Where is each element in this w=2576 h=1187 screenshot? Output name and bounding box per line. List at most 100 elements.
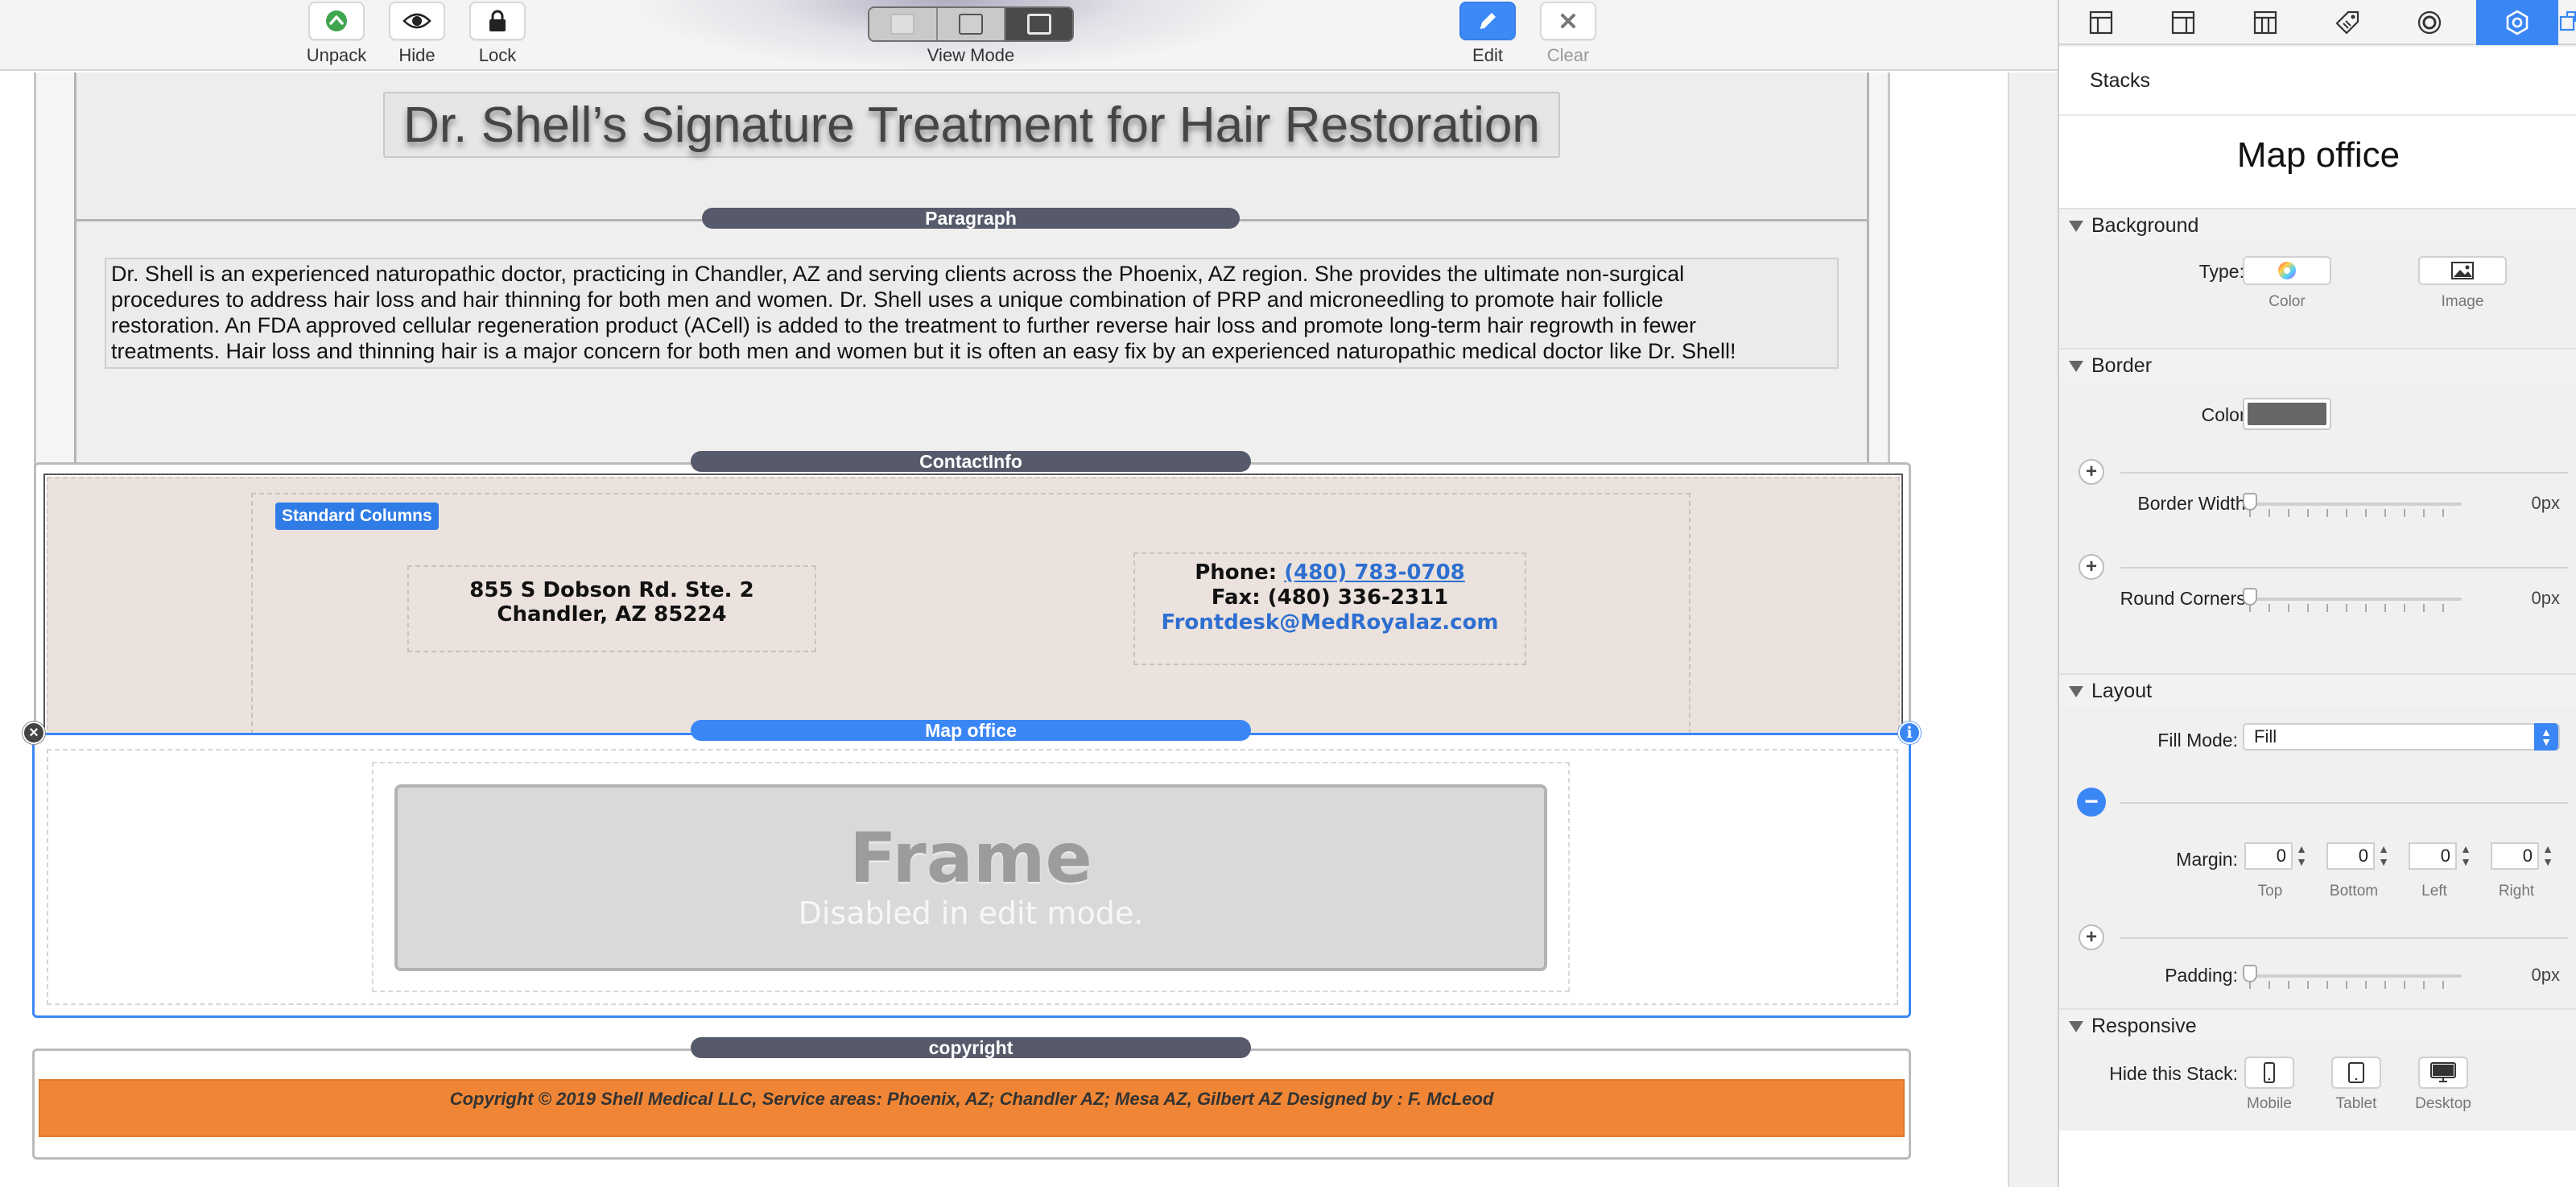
slider-ticks <box>2249 604 2462 612</box>
copyright-text[interactable]: Copyright © 2019 Shell Medical LLC, Serv… <box>39 1079 1905 1137</box>
phone-column[interactable]: Phone: (480) 783-0708 Fax: (480) 336-231… <box>1133 552 1526 665</box>
layout-section-title: Layout <box>2091 679 2153 702</box>
color-option-label: Color <box>2268 293 2306 310</box>
background-section: Type: Color Image <box>2059 242 2576 348</box>
view-mode-edit-segment[interactable] <box>1005 8 1072 40</box>
border-color-well[interactable] <box>2243 398 2331 430</box>
copyright-stack-label[interactable]: copyright <box>691 1037 1251 1058</box>
delete-stack-icon[interactable]: × <box>23 722 45 744</box>
round-corners-slider[interactable] <box>2246 598 2462 601</box>
responsive-section-header[interactable]: Responsive <box>2059 1008 2576 1042</box>
editor-canvas[interactable]: Dr. Shell’s Signature Treatment for Hair… <box>0 72 2058 1187</box>
phone-line: Phone: (480) 783-0708 <box>1135 560 1525 585</box>
styles-inspector-tab[interactable] <box>2407 5 2452 40</box>
disclosure-triangle-icon <box>2069 1021 2083 1032</box>
responsive-section: Hide this Stack: Mobile Tablet Desktop <box>2059 1042 2576 1131</box>
clear-label: Clear <box>1546 45 1590 65</box>
paragraph-stack-label[interactable]: Paragraph <box>702 208 1240 229</box>
layout-section-header[interactable]: Layout <box>2059 673 2576 707</box>
divider <box>2120 567 2568 569</box>
responsive-section-title: Responsive <box>2091 1014 2197 1037</box>
add-corners-plus-icon[interactable]: + <box>2079 554 2104 580</box>
margin-left-stepper[interactable]: ▲ ▼ <box>2460 842 2471 870</box>
margin-right-stepper[interactable]: ▲ ▼ <box>2542 842 2553 870</box>
tags-inspector-tab[interactable] <box>2325 5 2370 40</box>
margin-bottom-field[interactable]: 0 <box>2326 842 2375 870</box>
chevron-up-down-icon: ▲ ▼ <box>2534 723 2558 751</box>
address-line: 855 S Dobson Rd. Ste. 2 <box>469 578 754 602</box>
overflow-tab[interactable] <box>2558 5 2576 40</box>
hide-stack-label: Hide this Stack: <box>2109 1063 2238 1084</box>
site-layout-icon <box>2171 10 2195 35</box>
lock-button[interactable]: Lock <box>449 2 546 66</box>
info-icon[interactable]: i <box>1898 722 1921 744</box>
add-border-plus-icon[interactable]: + <box>2079 459 2104 485</box>
map-office-stack-label[interactable]: Map office <box>691 720 1251 741</box>
fill-mode-select[interactable]: Fill ▲ ▼ <box>2243 723 2560 751</box>
layout-inspector-tab[interactable] <box>2243 5 2288 40</box>
columns-layout-icon <box>2253 10 2277 35</box>
border-width-slider[interactable] <box>2246 503 2462 506</box>
page-heading[interactable]: Dr. Shell’s Signature Treatment for Hair… <box>383 92 1560 158</box>
stacks-inspector-tab[interactable] <box>2476 0 2558 45</box>
site-inspector-tab[interactable] <box>2161 5 2206 40</box>
margin-top-field[interactable]: 0 <box>2244 842 2293 870</box>
margin-left-caption: Left <box>2421 883 2447 900</box>
address-line: Chandler, AZ 85224 <box>497 602 727 627</box>
border-width-value[interactable]: 0px <box>2478 493 2560 514</box>
color-type-button[interactable] <box>2243 256 2331 285</box>
stacks-gear-icon <box>2506 10 2529 35</box>
border-section-header[interactable]: Border <box>2059 348 2576 382</box>
paragraph-text[interactable]: Dr. Shell is an experienced naturopathic… <box>105 258 1839 369</box>
margin-bottom-stepper[interactable]: ▲ ▼ <box>2378 842 2389 870</box>
clear-button[interactable]: Clear <box>1520 2 1616 66</box>
divider <box>2120 802 2568 804</box>
remove-margin-minus-icon[interactable]: − <box>2077 788 2106 817</box>
view-mode-outline-segment[interactable] <box>937 8 1006 40</box>
fax-line: Fax: (480) 336-2311 <box>1211 585 1449 610</box>
divider <box>2120 472 2568 474</box>
round-corners-value[interactable]: 0px <box>2478 588 2560 609</box>
border-width-slider-knob[interactable] <box>2243 493 2257 511</box>
image-icon <box>2451 262 2474 279</box>
padding-value[interactable]: 0px <box>2478 965 2560 986</box>
view-mode-preview-segment[interactable] <box>869 8 938 40</box>
email-link[interactable]: Frontdesk@MedRoyalaz.com <box>1135 610 1525 635</box>
padding-slider[interactable] <box>2246 974 2462 978</box>
hide-tablet-button[interactable] <box>2331 1057 2381 1089</box>
view-mode-segmented-control[interactable] <box>868 6 1074 42</box>
hide-mobile-button[interactable] <box>2244 1057 2294 1089</box>
hide-desktop-button[interactable] <box>2418 1057 2468 1089</box>
page-inspector-tab[interactable] <box>2079 5 2124 40</box>
frame-placeholder[interactable]: Frame Disabled in edit mode. <box>394 784 1547 971</box>
standard-columns-badge[interactable]: Standard Columns <box>275 503 439 530</box>
tablet-icon <box>2348 1062 2364 1083</box>
margin-left-field[interactable]: 0 <box>2409 842 2457 870</box>
pencil-icon <box>1459 2 1516 40</box>
unpack-icon <box>308 2 365 40</box>
address-column[interactable]: 855 S Dobson Rd. Ste. 2 Chandler, AZ 852… <box>407 565 816 652</box>
view-mode-label: View Mode <box>927 45 1015 65</box>
add-padding-plus-icon[interactable]: + <box>2079 924 2104 950</box>
padding-slider-knob[interactable] <box>2243 965 2257 982</box>
background-section-header[interactable]: Background <box>2059 208 2576 242</box>
paragraph-line: restoration. An FDA approved cellular re… <box>111 313 1696 337</box>
phone-label: Phone: <box>1195 560 1278 585</box>
contact-info-stack-label[interactable]: ContactInfo <box>691 451 1251 472</box>
lock-label: Lock <box>478 45 517 65</box>
type-label: Type: <box>2198 261 2244 282</box>
margin-top-stepper[interactable]: ▲ ▼ <box>2296 842 2307 870</box>
paragraph-line: Dr. Shell is an experienced naturopathic… <box>111 262 1685 286</box>
margin-bottom-caption: Bottom <box>2329 883 2379 900</box>
phone-link[interactable]: (480) 783-0708 <box>1284 560 1465 585</box>
margin-top-caption: Top <box>2257 883 2283 900</box>
round-corners-slider-knob[interactable] <box>2243 588 2257 606</box>
inspector-tabs <box>2059 0 2576 45</box>
eye-icon <box>389 2 445 40</box>
border-section: Color: + Border Width: 0px + Round Corne… <box>2059 382 2576 673</box>
margin-right-field[interactable]: 0 <box>2491 842 2539 870</box>
border-color-label: Color: <box>2201 404 2251 425</box>
image-type-button[interactable] <box>2418 256 2507 285</box>
inspector-header: Stacks <box>2090 69 2151 92</box>
stack-title: Map office <box>2236 135 2401 175</box>
